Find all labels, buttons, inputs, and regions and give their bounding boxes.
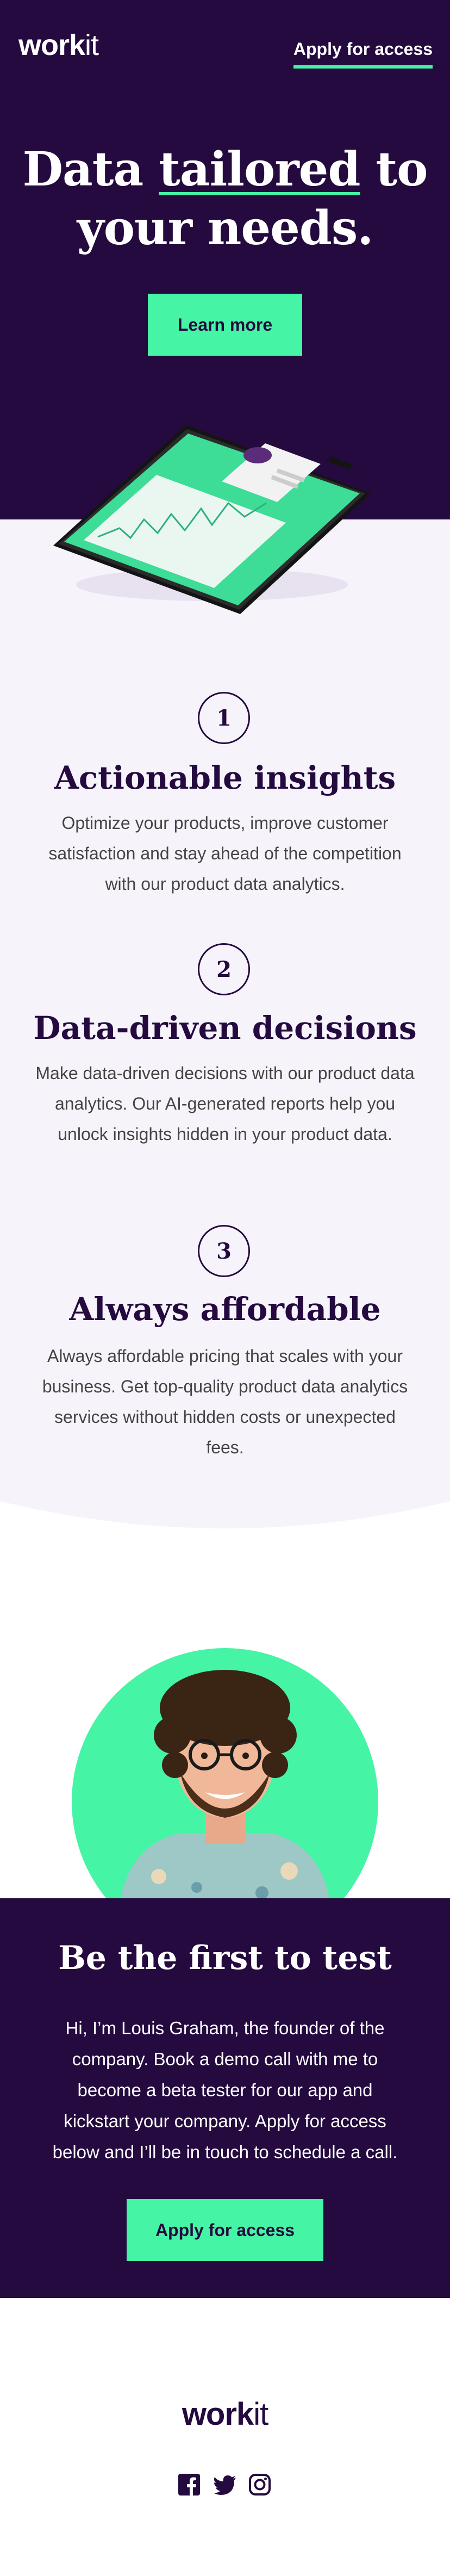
header-apply-link[interactable]: Apply for access [293, 40, 433, 69]
logo-light-text: it [85, 29, 99, 61]
feature-text: Optimize your products, improve customer… [48, 813, 402, 894]
instagram-icon[interactable] [248, 2473, 272, 2497]
logo-light-text: it [253, 2397, 268, 2432]
hero-title-part: Data [22, 142, 159, 197]
facebook-icon[interactable] [177, 2473, 201, 2497]
feature-title: Data-driven decisions [33, 1010, 417, 1046]
feature-number: 1 [198, 692, 250, 744]
hero-title-part: to [360, 142, 428, 197]
learn-more-button[interactable]: Learn more [148, 294, 302, 356]
logo-bold-text: work [18, 29, 85, 61]
feature-text: Always affordable pricing that scales wi… [42, 1346, 408, 1457]
logo[interactable]: workit [18, 29, 99, 61]
founder-portrait [72, 1648, 378, 1898]
twitter-icon[interactable] [213, 2473, 237, 2497]
footer-logo[interactable]: workit [0, 2399, 450, 2430]
cta-title: Be the first to test [58, 1939, 392, 1977]
feature-title: Always affordable [69, 1291, 381, 1328]
feature-title: Actionable insights [54, 759, 396, 796]
feature-number: 3 [198, 1225, 250, 1277]
hero-title-line2: your needs. [77, 201, 374, 256]
apply-for-access-button[interactable]: Apply for access [127, 2199, 323, 2261]
logo-bold-text: work [182, 2397, 254, 2432]
phone-illustration [53, 425, 371, 614]
hero-title-highlight: tailored [159, 142, 360, 197]
features-curve [0, 1469, 450, 1566]
feature-text: Make data-driven decisions with our prod… [35, 1063, 415, 1144]
spacer [0, 1566, 450, 1648]
cta-text: Hi, I’m Louis Graham, the founder of the… [52, 2018, 398, 2162]
hero-title: Data tailored to your needs. [0, 140, 450, 258]
feature-number: 2 [198, 943, 250, 995]
